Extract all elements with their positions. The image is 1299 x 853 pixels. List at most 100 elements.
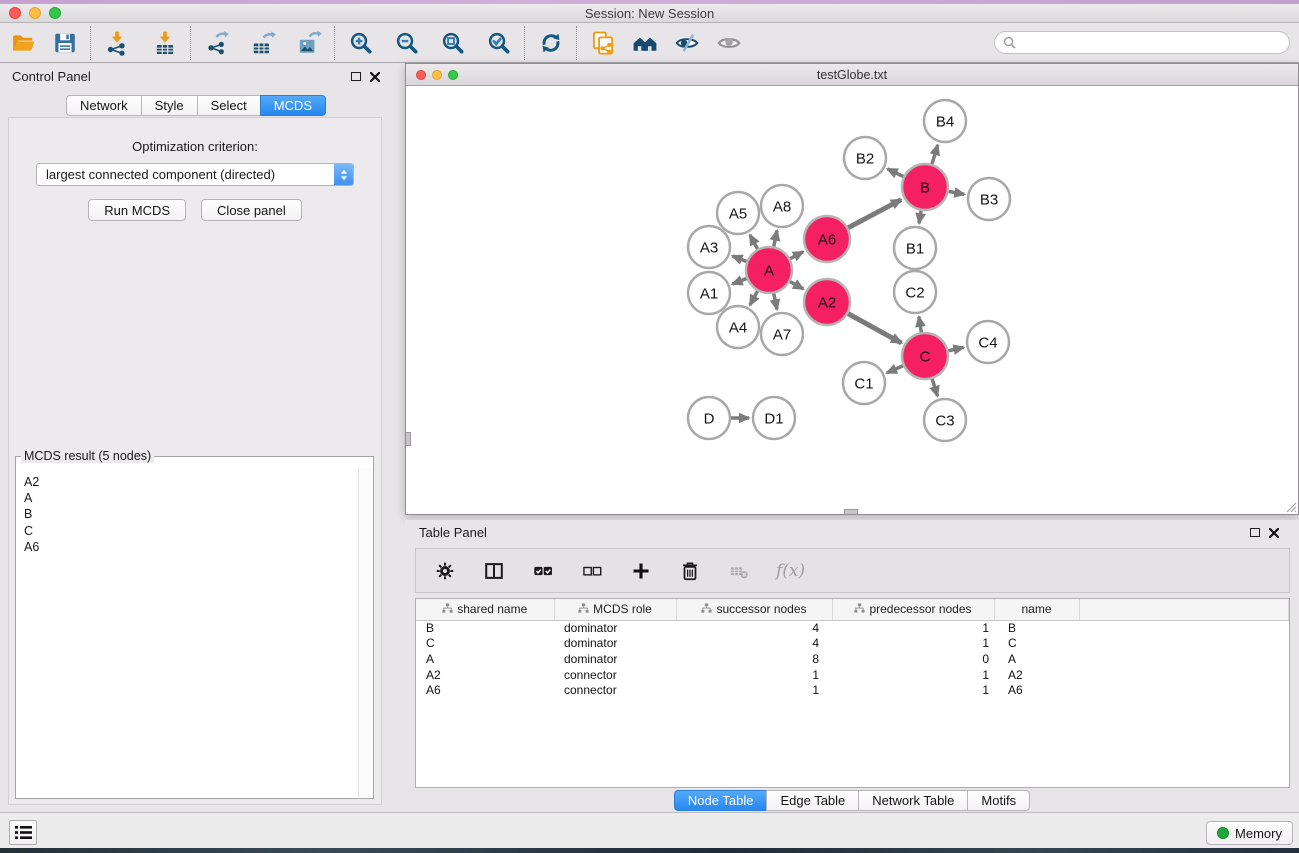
- mcds-result-scrollbar[interactable]: [358, 468, 372, 797]
- tab-node-table[interactable]: Node Table: [674, 790, 768, 811]
- toolbar-separator: [334, 26, 335, 60]
- node-table-container[interactable]: shared nameMCDS rolesuccessor nodesprede…: [415, 598, 1290, 788]
- network-vscroll-thumb[interactable]: [406, 432, 411, 446]
- mcds-result-item[interactable]: A6: [24, 539, 357, 555]
- import-table-button[interactable]: [149, 26, 180, 59]
- table-cell: A2: [994, 667, 1079, 683]
- close-table-panel-icon[interactable]: [1269, 528, 1279, 538]
- hide-selected-button[interactable]: [671, 26, 702, 59]
- network-minimize-button[interactable]: [432, 70, 442, 80]
- list-icon: [15, 825, 32, 840]
- table-cell: 0: [832, 651, 994, 667]
- network-window-titlebar[interactable]: testGlobe.txt: [406, 64, 1298, 86]
- resize-grip-icon[interactable]: [1284, 500, 1297, 513]
- graph-node-label: A4: [729, 319, 747, 336]
- apply-layout-button[interactable]: [535, 26, 566, 59]
- graph-node-label: D1: [764, 410, 783, 427]
- table-row[interactable]: Cdominator41C: [416, 636, 1289, 652]
- zoom-out-button[interactable]: [391, 26, 422, 59]
- copy-network-button[interactable]: [587, 26, 618, 59]
- mcds-result-item[interactable]: A: [24, 490, 357, 506]
- table-cell: B: [994, 620, 1079, 636]
- table-row[interactable]: A2connector11A2: [416, 667, 1289, 683]
- close-window-button[interactable]: [9, 7, 21, 19]
- zoom-fit-button[interactable]: [437, 26, 468, 59]
- tab-edge-table[interactable]: Edge Table: [766, 790, 859, 811]
- network-hscroll-thumb[interactable]: [844, 509, 858, 514]
- table-cell: A: [416, 651, 554, 667]
- criterion-select[interactable]: largest connected component (directed): [36, 163, 354, 186]
- open-file-button[interactable]: [8, 26, 39, 59]
- zoom-selected-button[interactable]: [483, 26, 514, 59]
- export-image-button[interactable]: [293, 26, 324, 59]
- task-history-button[interactable]: [9, 820, 37, 845]
- export-table-button[interactable]: [247, 26, 278, 59]
- zoom-selected-icon: [486, 30, 512, 56]
- close-panel-button[interactable]: Close panel: [201, 199, 302, 221]
- open-folder-icon: [11, 30, 37, 56]
- delete-table-button[interactable]: [727, 559, 751, 583]
- graph-node-label: B: [920, 179, 930, 196]
- save-floppy-icon: [52, 30, 78, 56]
- import-network-icon: [104, 30, 130, 56]
- graph-node-label: A1: [700, 285, 718, 302]
- search-input[interactable]: [1021, 36, 1281, 50]
- table-cell: 4: [676, 636, 832, 652]
- export-table-icon: [250, 30, 276, 56]
- save-session-button[interactable]: [49, 26, 80, 59]
- column-browser-button[interactable]: [482, 559, 506, 583]
- add-column-button[interactable]: [629, 559, 653, 583]
- minimize-window-button[interactable]: [29, 7, 41, 19]
- maximize-window-button[interactable]: [49, 7, 61, 19]
- copy-network-icon: [590, 30, 616, 56]
- column-header[interactable]: successor nodes: [676, 599, 832, 620]
- status-bar: Memory: [0, 812, 1299, 848]
- delete-column-button[interactable]: [678, 559, 702, 583]
- zoom-in-button[interactable]: [345, 26, 376, 59]
- table-cell: 1: [832, 667, 994, 683]
- fx-icon: f(x): [776, 561, 805, 581]
- float-table-panel-icon[interactable]: [1250, 528, 1260, 537]
- table-row[interactable]: Bdominator41B: [416, 620, 1289, 636]
- mcds-result-item[interactable]: A2: [24, 474, 357, 490]
- table-row[interactable]: Adominator80A: [416, 651, 1289, 667]
- first-neighbors-button[interactable]: [629, 26, 660, 59]
- tab-motifs[interactable]: Motifs: [967, 790, 1030, 811]
- tab-network[interactable]: Network: [66, 95, 142, 116]
- column-header[interactable]: predecessor nodes: [832, 599, 994, 620]
- column-header[interactable]: shared name: [416, 599, 554, 620]
- tab-select[interactable]: Select: [197, 95, 261, 116]
- network-window: testGlobe.txt B4B2BB3A8A5A6A3B1AC2A1A2A4…: [405, 63, 1299, 515]
- memory-button[interactable]: Memory: [1206, 821, 1293, 845]
- column-header[interactable]: MCDS role: [554, 599, 676, 620]
- tab-mcds[interactable]: MCDS: [260, 95, 326, 116]
- tab-style[interactable]: Style: [141, 95, 198, 116]
- graph-node-label: B4: [936, 113, 954, 130]
- mcds-result-item[interactable]: C: [24, 523, 357, 539]
- search-field[interactable]: [994, 31, 1290, 54]
- export-network-button[interactable]: [201, 26, 232, 59]
- control-panel: Control Panel Network Style Select MCDS …: [0, 63, 392, 812]
- column-header[interactable]: name: [994, 599, 1079, 620]
- table-settings-button[interactable]: [433, 559, 457, 583]
- table-cell: dominator: [554, 636, 676, 652]
- table-row[interactable]: A6connector11A6: [416, 682, 1289, 698]
- node-table: shared nameMCDS rolesuccessor nodesprede…: [416, 599, 1289, 698]
- import-network-button[interactable]: [101, 26, 132, 59]
- table-cell: 1: [832, 620, 994, 636]
- table-cell: connector: [554, 667, 676, 683]
- show-all-button[interactable]: [713, 26, 744, 59]
- deselect-all-button[interactable]: [580, 559, 604, 583]
- select-all-button[interactable]: [531, 559, 555, 583]
- network-maximize-button[interactable]: [448, 70, 458, 80]
- network-close-button[interactable]: [416, 70, 426, 80]
- trash-icon: [679, 560, 701, 582]
- function-builder-button[interactable]: f(x): [776, 559, 805, 583]
- run-mcds-button[interactable]: Run MCDS: [88, 199, 186, 221]
- network-canvas[interactable]: B4B2BB3A8A5A6A3B1AC2A1A2A4A7C4CC1DD1C3: [406, 86, 1298, 514]
- mcds-result-item[interactable]: B: [24, 506, 357, 522]
- close-panel-icon[interactable]: [370, 72, 380, 82]
- float-panel-icon[interactable]: [351, 72, 361, 81]
- graph-node-label: A6: [818, 231, 836, 248]
- tab-network-table[interactable]: Network Table: [858, 790, 968, 811]
